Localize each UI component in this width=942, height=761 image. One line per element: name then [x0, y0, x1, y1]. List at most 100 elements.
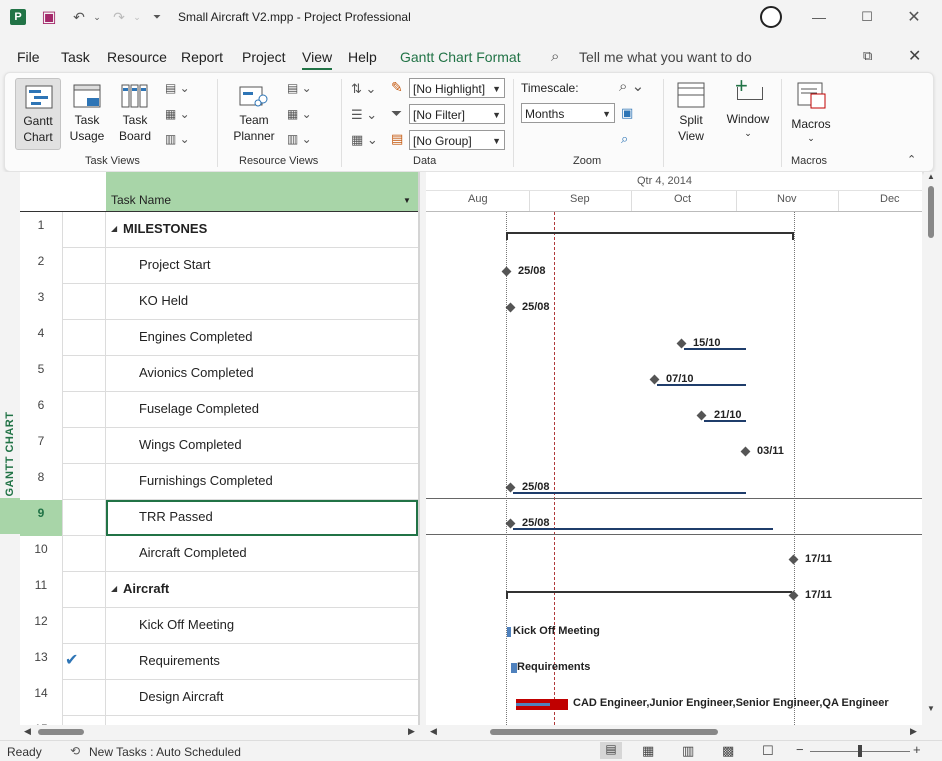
row-number[interactable]: 1 [20, 212, 62, 248]
scroll-left-icon[interactable]: ◀ [24, 726, 31, 737]
undo-icon[interactable]: ↶ [70, 8, 88, 26]
row-number[interactable]: 12 [20, 608, 62, 644]
task-usage-button[interactable]: Task Usage [65, 78, 109, 150]
collapse-ribbon-icon[interactable]: ⌃ [907, 153, 916, 166]
task-usage-shortcut-icon[interactable]: ▦ [642, 743, 654, 759]
row-number[interactable]: 11 [20, 572, 62, 608]
scroll-up-icon[interactable]: ▲ [927, 172, 935, 181]
milestone-ko-held[interactable] [505, 302, 516, 313]
milestone-avionics-completed[interactable] [649, 374, 660, 385]
row-number[interactable]: 10 [20, 536, 62, 572]
table-row[interactable]: 14 Design Aircraft [20, 680, 420, 716]
row-number[interactable]: 13 [20, 644, 62, 680]
collapse-triangle-icon[interactable]: ◢ [111, 224, 117, 233]
table-row[interactable]: 1 ◢ MILESTONES [20, 212, 420, 248]
resource-sheet-shortcut-icon[interactable]: ▩ [722, 743, 734, 759]
filter-select[interactable]: [No Filter] ▼ [409, 104, 505, 124]
tables-icon[interactable]: ▦ ⌄ [351, 132, 378, 148]
row-number[interactable]: 6 [20, 392, 62, 428]
row-number[interactable]: 14 [20, 680, 62, 716]
milestone-furnishings-completed[interactable] [505, 482, 516, 493]
task-name-cell[interactable]: Engines Completed [139, 329, 252, 344]
customize-toolbar-icon[interactable]: ⏷ [148, 8, 166, 26]
tell-me-search[interactable]: Tell me what you want to do [579, 49, 752, 65]
row-number[interactable]: 7 [20, 428, 62, 464]
task-name-cell[interactable]: Aircraft Completed [139, 545, 247, 560]
table-row[interactable]: 2 Project Start [20, 248, 420, 284]
split-view-button[interactable]: Split View [669, 78, 713, 150]
scroll-down-icon[interactable]: ▼ [927, 704, 935, 713]
close-document-icon[interactable]: ✕ [908, 46, 921, 66]
milestone-fuselage-completed[interactable] [696, 410, 707, 421]
highlight-select[interactable]: [No Highlight] ▼ [409, 78, 505, 98]
gantt-scroll-thumb[interactable] [490, 729, 718, 735]
team-planner-button[interactable]: Team Planner [229, 78, 279, 150]
tab-gantt-chart-format[interactable]: Gantt Chart Format [400, 49, 521, 65]
status-new-tasks[interactable]: New Tasks : Auto Scheduled [89, 745, 241, 759]
task-bar-kick-off-meeting[interactable] [507, 627, 511, 637]
team-planner-shortcut-icon[interactable]: ▥ [682, 743, 694, 759]
close-icon[interactable]: ✕ [905, 8, 923, 26]
milestone-project-start[interactable] [501, 266, 512, 277]
row-number[interactable]: 5 [20, 356, 62, 392]
table-row[interactable]: 12 Kick Off Meeting [20, 608, 420, 644]
redo-icon[interactable]: ↷ [110, 8, 128, 26]
group-select[interactable]: [No Group] ▼ [409, 130, 505, 150]
milestone-trr-passed[interactable] [505, 518, 516, 529]
column-filter-icon[interactable]: ▼ [403, 196, 411, 205]
sort-icon[interactable]: ⇅ ⌄ [351, 81, 376, 97]
row-number[interactable]: 3 [20, 284, 62, 320]
row-number[interactable]: 8 [20, 464, 62, 500]
vertical-scrollbar[interactable]: ▲ ▼ [924, 172, 938, 720]
table-row[interactable]: 9 TRR Passed [20, 500, 420, 536]
task-name-cell[interactable]: Kick Off Meeting [139, 617, 234, 632]
macros-button[interactable]: Macros ⌄ [787, 78, 835, 150]
table-row[interactable]: 8 Furnishings Completed [20, 464, 420, 500]
task-name-cell[interactable]: Requirements [139, 653, 220, 668]
selected-tasks-icon[interactable]: ⌕ [621, 131, 628, 147]
scroll-right-icon[interactable]: ▶ [408, 726, 415, 737]
summary-bar-aircraft[interactable] [506, 591, 792, 593]
resource-sheet-icon[interactable]: ▤ ⌄ [287, 81, 327, 97]
other-views-icon[interactable]: ▥ ⌄ [165, 132, 195, 148]
zoom-slider-thumb[interactable] [858, 745, 862, 757]
tab-report[interactable]: Report [181, 49, 223, 65]
tab-project[interactable]: Project [242, 49, 286, 65]
tab-file[interactable]: File [17, 49, 40, 65]
table-row[interactable]: 13 ✔ Requirements [20, 644, 420, 680]
tab-task[interactable]: Task [61, 49, 90, 65]
gantt-chart-button[interactable]: Gantt Chart [15, 78, 61, 150]
row-number[interactable]: 2 [20, 248, 62, 284]
restore-ribbon-icon[interactable]: ⧉ [863, 48, 872, 64]
redo-dropdown-icon[interactable]: ⌄ [128, 8, 146, 26]
milestone-engines-completed[interactable] [676, 338, 687, 349]
window-button[interactable]: + Window ⌄ [723, 73, 773, 145]
scroll-left-icon[interactable]: ◀ [430, 726, 437, 737]
task-name-column-header[interactable]: Task Name ▼ [106, 172, 418, 212]
task-name-cell[interactable]: Avionics Completed [139, 365, 254, 380]
table-row[interactable]: 10 Aircraft Completed [20, 536, 420, 572]
task-board-button[interactable]: Task Board [113, 78, 157, 150]
table-row[interactable]: 11 ◢ Aircraft [20, 572, 420, 608]
row-number[interactable]: 4 [20, 320, 62, 356]
tab-view[interactable]: View [302, 49, 333, 70]
task-name-cell[interactable]: MILESTONES [123, 221, 207, 236]
task-name-cell[interactable]: Fuselage Completed [139, 401, 259, 416]
milestone-aircraft-summary-end[interactable] [788, 590, 799, 601]
save-icon[interactable]: ▣ [40, 8, 58, 26]
collapse-triangle-icon[interactable]: ◢ [111, 584, 117, 593]
undo-dropdown-icon[interactable]: ⌄ [88, 8, 106, 26]
zoom-out-icon[interactable]: − [796, 742, 804, 757]
summary-bar-milestones[interactable] [506, 232, 794, 234]
row-number[interactable]: 15 [20, 716, 62, 725]
grid-horizontal-scrollbar[interactable]: ◀ ▶ [20, 725, 420, 739]
minimize-icon[interactable]: — [810, 8, 828, 26]
zoom-icon[interactable]: ⌕ ⌄ [619, 77, 644, 95]
task-name-cell[interactable]: Furnishings Completed [139, 473, 273, 488]
vertical-scroll-thumb[interactable] [928, 186, 934, 238]
resource-usage-icon[interactable]: ▦ ⌄ [287, 107, 327, 123]
table-row[interactable]: 6 Fuselage Completed [20, 392, 420, 428]
table-row[interactable]: 3 KO Held [20, 284, 420, 320]
timescale-select[interactable]: Months ▼ [521, 103, 615, 123]
grid-scroll-thumb[interactable] [38, 729, 84, 735]
